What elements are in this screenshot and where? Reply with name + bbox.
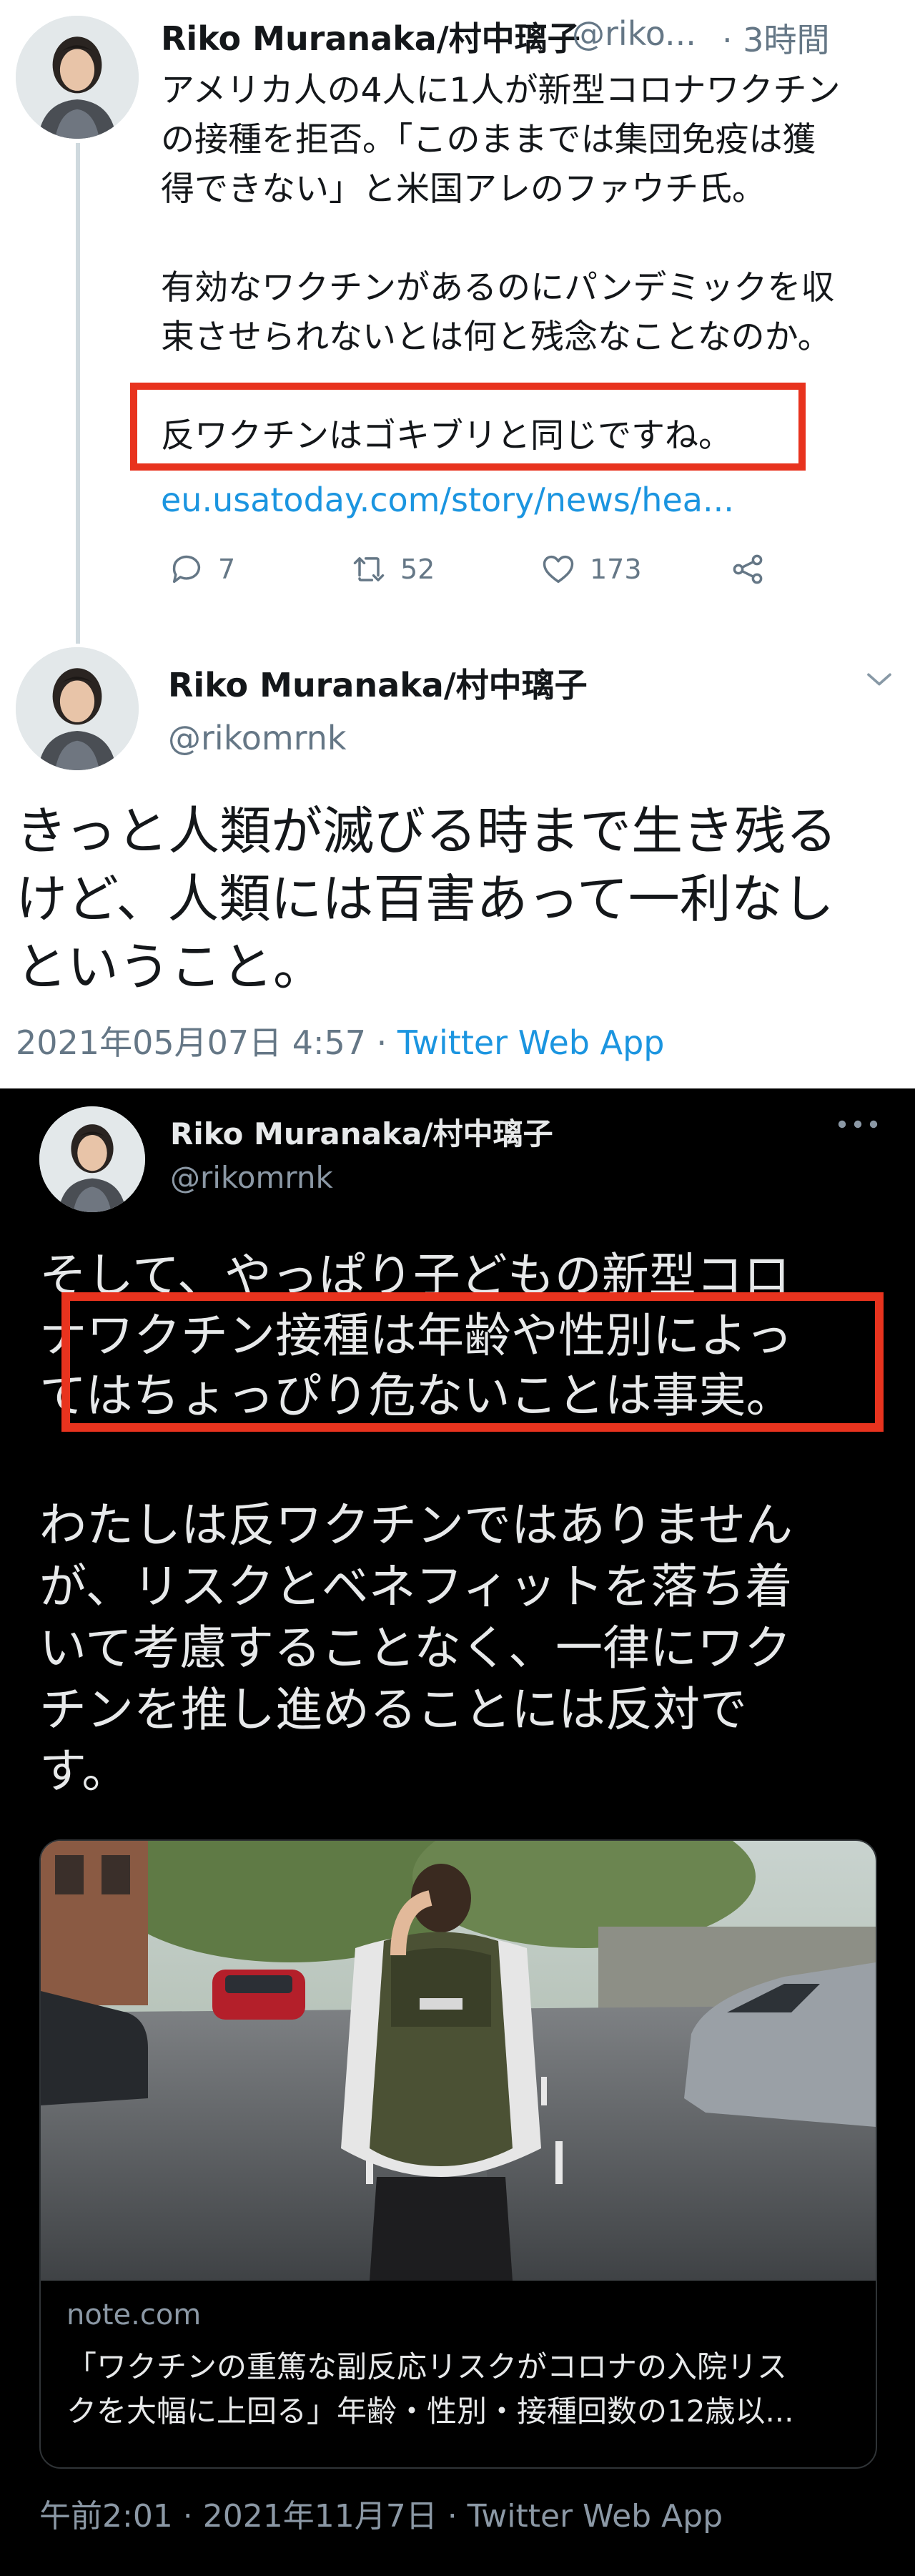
tweet-text-line: 有効なワクチンがあるのにパンデミックを収	[161, 268, 835, 308]
chevron-down-icon[interactable]	[865, 669, 894, 690]
retweet-icon	[353, 557, 385, 581]
reply-button[interactable]: 7	[168, 551, 235, 588]
tweet-link[interactable]: eu.usatoday.com/story/news/hea...	[161, 481, 734, 519]
profile-photo	[16, 647, 139, 770]
reply-count: 7	[218, 554, 236, 585]
tweet-date[interactable]: 2021年05月07日 4:57 ·	[16, 1023, 397, 1062]
tweet-text-line: 得できない」と米国アレのファウチ氏。	[161, 169, 766, 209]
like-count: 173	[590, 554, 642, 585]
tweet-actions: 7 52 173	[161, 551, 804, 601]
tweet-source[interactable]: Twitter Web App	[397, 1023, 665, 1062]
tweet-text-line: わたしは反ワクチンではありません	[39, 1498, 793, 1553]
tweet-text-line: けど、人類には百害あって一利なし	[16, 869, 834, 929]
more-options-icon[interactable]	[836, 1117, 879, 1131]
tweet-metadata: 2021年05月07日 4:57 · Twitter Web App	[16, 1017, 665, 1064]
tweet-metadata[interactable]: 午前2:01 · 2021年11月7日 · Twitter Web App	[39, 2490, 723, 2536]
reply-icon	[172, 555, 201, 584]
retweet-button[interactable]: 52	[350, 551, 435, 588]
card-image	[41, 1841, 876, 2281]
avatar[interactable]	[16, 647, 139, 770]
card-title-line: 「ワクチンの重篤な副反応リスクがコロナの入院リス	[66, 2349, 788, 2384]
avatar[interactable]	[39, 1106, 145, 1212]
tweet-text-line: アメリカ人の4人に1人が新型コロナワクチン	[161, 71, 841, 110]
profile-photo	[16, 16, 139, 139]
heart-icon	[543, 555, 574, 584]
red-highlight-box	[130, 383, 806, 471]
retweet-count: 52	[400, 554, 435, 585]
tweet-timestamp[interactable]: · 3時間	[722, 14, 830, 62]
tweet-text-line: きっと人類が滅びる時まで生き残る	[16, 801, 838, 861]
author-handle[interactable]: @rikomrnk	[168, 719, 347, 757]
share-icon	[733, 554, 763, 584]
author-handle[interactable]: @rikomrnk	[170, 1160, 333, 1195]
tweet-text-line: が、リスクとベネフィットを落ち着	[39, 1559, 793, 1614]
tweet-text-line: す。	[39, 1744, 129, 1799]
red-highlight-box	[61, 1292, 884, 1432]
card-title-line: クを大幅に上回る」年齢・性別・接種回数の12歳以...	[66, 2394, 794, 2429]
light-screenshot: Riko Muranaka/村中璃子 @riko... · 3時間 アメリカ人の…	[0, 0, 915, 1088]
profile-photo	[39, 1106, 145, 1212]
author-name[interactable]: Riko Muranaka/村中璃子	[170, 1110, 553, 1154]
author-name[interactable]: Riko Muranaka/村中璃子	[168, 659, 588, 707]
card-domain: note.com	[66, 2299, 202, 2331]
card-title: 「ワクチンの重篤な副反応リスクがコロナの入院リス クを大幅に上回る」年齢・性別・…	[66, 2345, 853, 2434]
author-name[interactable]: Riko Muranaka/村中璃子	[161, 13, 580, 60]
tweet-text-line: ということ。	[16, 937, 325, 997]
like-button[interactable]: 173	[540, 551, 642, 588]
tweet-text: きっと人類が滅びる時まで生き残る けど、人類には百害あって一利なし ということ。	[16, 797, 895, 1001]
avatar[interactable]	[16, 16, 139, 139]
link-card[interactable]: note.com 「ワクチンの重篤な副反応リスクがコロナの入院リス クを大幅に上…	[39, 1839, 877, 2469]
tweet-text: わたしは反ワクチンではありません が、リスクとベネフィットを落ち着 いて考慮する…	[39, 1495, 883, 1802]
dark-screenshot: Riko Muranaka/村中璃子 @rikomrnk そして、やっぱり子ども…	[0, 1088, 915, 2576]
tweet-text-line: いて考慮することなく、一律にワク	[39, 1621, 792, 1676]
street-photo	[41, 1841, 876, 2281]
tweet-text-line: チンを推し進めることには反対で	[39, 1682, 747, 1737]
share-button[interactable]	[729, 551, 779, 588]
tweet-text-line: の接種を拒否。「このままでは集団免疫は獲	[161, 120, 816, 159]
author-handle[interactable]: @riko...	[572, 14, 696, 53]
thread-connector-line	[76, 143, 80, 644]
tweet-text-line: 束させられないとは何と残念なことなのか。	[161, 318, 831, 357]
